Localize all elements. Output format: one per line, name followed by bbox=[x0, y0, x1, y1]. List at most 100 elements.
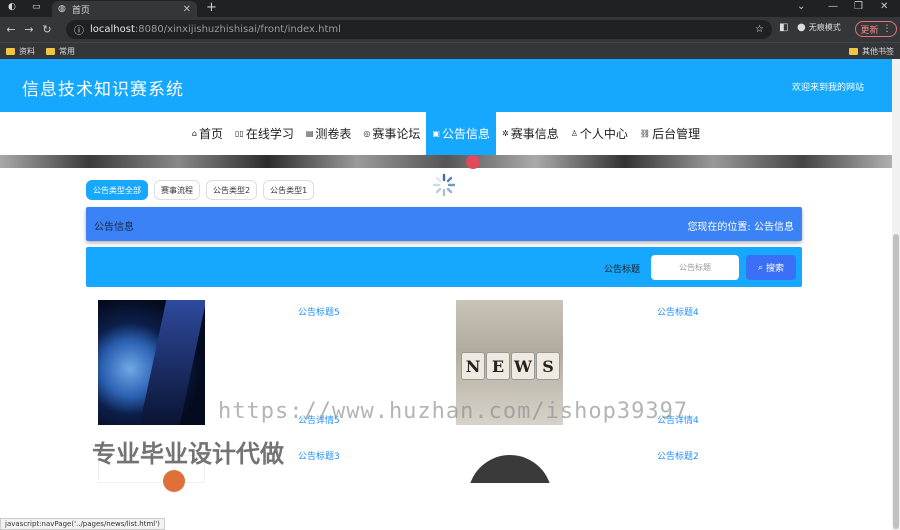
update-label: 更新 bbox=[860, 25, 879, 36]
status-bar-url: javascript:navPage('../pages/news/list.h… bbox=[0, 518, 165, 530]
address-bar[interactable]: ⓘ localhost :8080/xinxijishuzhishisai/fr… bbox=[66, 20, 772, 39]
dice-letter: W bbox=[511, 352, 535, 380]
star-icon[interactable]: ☆ bbox=[755, 24, 764, 35]
nav-item-events[interactable]: ✲ 赛事信息 bbox=[496, 112, 565, 155]
text-watermark: 专业毕业设计代做 bbox=[92, 440, 284, 468]
url-path: :8080/xinxijishuzhishisai/front/index.ht… bbox=[134, 24, 341, 35]
filter-all[interactable]: 公告类型全部 bbox=[86, 180, 148, 200]
info-icon: ⓘ bbox=[74, 26, 84, 37]
bookmark-folder-ziliao[interactable]: 资料 bbox=[6, 46, 35, 57]
incognito-label: 无痕模式 bbox=[808, 23, 841, 32]
news-title-2[interactable]: 公告标题4 bbox=[657, 305, 699, 318]
side-panel-icon[interactable]: ◧ bbox=[779, 22, 788, 33]
close-window-icon[interactable]: ✕ bbox=[880, 1, 888, 12]
nav-label: 在线学习 bbox=[245, 127, 294, 141]
bookmark-folder-changyong[interactable]: 常用 bbox=[46, 46, 75, 57]
filter-type-1[interactable]: 公告类型1 bbox=[263, 180, 315, 200]
dice-letter: E bbox=[486, 352, 510, 380]
thumbnail-graphic bbox=[468, 455, 552, 483]
back-icon[interactable]: ← bbox=[4, 23, 18, 36]
nav-label: 后台管理 bbox=[652, 127, 701, 141]
news-thumbnail-1[interactable] bbox=[98, 300, 205, 425]
url-host: localhost bbox=[90, 24, 135, 35]
incognito-icon: ● bbox=[797, 22, 806, 33]
user-icon: ♙ bbox=[570, 129, 578, 138]
nav-label: 公告信息 bbox=[441, 127, 490, 141]
breadcrumb: 公告信息 您现在的位置: 公告信息 bbox=[86, 207, 802, 241]
other-bookmarks[interactable]: 其他书签 bbox=[849, 46, 894, 57]
nav-item-profile[interactable]: ♙ 个人中心 bbox=[565, 112, 634, 155]
chat-icon: ◎ bbox=[363, 129, 371, 138]
nav-label: 首页 bbox=[199, 127, 224, 141]
folder-icon bbox=[849, 48, 858, 55]
main-nav: ⌂ 首页 ▯▯ 在线学习 ▤ 测卷表 ◎ 赛事论坛 ▣ 公告信息 ✲ 赛事信息 ♙ 个人中心 … bbox=[0, 112, 892, 155]
browser-tab-strip: ◐ ▭ ◍ 首页 ✕ + ⌄ — ❐ ✕ bbox=[0, 0, 900, 17]
news-title-3[interactable]: 公告标题3 bbox=[298, 449, 340, 462]
gear-icon: ✲ bbox=[502, 129, 509, 138]
search-button[interactable]: ⌕ 搜索 bbox=[746, 255, 796, 280]
scrollbar-thumb[interactable] bbox=[893, 234, 899, 529]
home-icon: ⌂ bbox=[191, 129, 197, 138]
bookmarks-bar: 资料 常用 其他书签 bbox=[0, 42, 900, 59]
nav-label: 赛事信息 bbox=[510, 127, 559, 141]
thumbnail-graphic bbox=[139, 300, 205, 425]
nav-label: 测卷表 bbox=[315, 127, 352, 141]
location-value[interactable]: 公告信息 bbox=[754, 222, 794, 233]
browser-toolbar: ← → ↻ ⓘ localhost :8080/xinxijishuzhishi… bbox=[0, 17, 900, 42]
search-bar: 公告标题 ⌕ 搜索 bbox=[86, 247, 802, 287]
search-icon: ⌕ bbox=[757, 262, 764, 273]
bookmark-label: 常用 bbox=[59, 47, 75, 56]
browser-tab[interactable]: ◍ 首页 ✕ bbox=[52, 1, 197, 17]
filter-process[interactable]: 赛事流程 bbox=[154, 180, 200, 200]
news-thumbnail-4[interactable] bbox=[456, 455, 563, 483]
dice-letter: N bbox=[461, 352, 485, 380]
tab-list-icon[interactable]: ⌄ bbox=[797, 1, 805, 12]
location-label: 您现在的位置: bbox=[687, 222, 751, 233]
restore-icon[interactable]: ❐ bbox=[854, 1, 863, 12]
update-button[interactable]: 更新 ⋮ bbox=[855, 21, 897, 37]
new-tab-button[interactable]: + bbox=[206, 0, 217, 15]
nav-item-home[interactable]: ⌂ 首页 bbox=[186, 112, 229, 155]
search-input[interactable] bbox=[651, 255, 739, 280]
welcome-text: 欢迎来到我的网站 bbox=[792, 83, 865, 93]
page-scrollbar[interactable] bbox=[892, 59, 900, 530]
nav-label: 个人中心 bbox=[579, 127, 628, 141]
nav-item-tests[interactable]: ▤ 测卷表 bbox=[300, 112, 358, 155]
folder-icon bbox=[6, 48, 15, 55]
nav-item-online-study[interactable]: ▯▯ 在线学习 bbox=[229, 112, 300, 155]
more-menu-icon: ⋮ bbox=[882, 24, 892, 34]
news-title-1[interactable]: 公告标题5 bbox=[298, 305, 340, 318]
folder-icon bbox=[46, 48, 55, 55]
nav-item-admin[interactable]: ⛓ 后台管理 bbox=[634, 112, 706, 155]
reload-icon[interactable]: ↻ bbox=[40, 23, 54, 36]
search-label: 公告标题 bbox=[604, 265, 641, 275]
tab-search-icon[interactable]: ▭ bbox=[32, 2, 41, 12]
notice-icon: ▣ bbox=[432, 129, 440, 138]
browser-menu-icon[interactable]: ◐ bbox=[8, 2, 16, 12]
list-icon: ▤ bbox=[305, 129, 314, 138]
nav-label: 赛事论坛 bbox=[372, 127, 421, 141]
minimize-icon[interactable]: — bbox=[828, 1, 838, 12]
location-text: 您现在的位置: 公告信息 bbox=[687, 218, 794, 233]
site-title: 信息技术知识赛系统 bbox=[22, 80, 184, 100]
search-button-label: 搜索 bbox=[766, 264, 785, 274]
category-filters: 公告类型全部 赛事流程 公告类型2 公告类型1 bbox=[86, 180, 315, 200]
filter-type-2[interactable]: 公告类型2 bbox=[206, 180, 258, 200]
nav-item-notices[interactable]: ▣ 公告信息 bbox=[426, 112, 496, 155]
news-title-4[interactable]: 公告标题2 bbox=[657, 449, 699, 462]
close-tab-icon[interactable]: ✕ bbox=[183, 4, 191, 15]
site-header: 信息技术知识赛系统 欢迎来到我的网站 bbox=[0, 59, 892, 112]
globe-icon: ◍ bbox=[58, 4, 66, 14]
nav-item-forum[interactable]: ◎ 赛事论坛 bbox=[357, 112, 426, 155]
banner-image bbox=[0, 155, 892, 168]
dice-letter: S bbox=[536, 352, 560, 380]
loading-spinner-icon bbox=[432, 173, 456, 197]
forward-icon[interactable]: → bbox=[22, 23, 36, 36]
link-icon: ⛓ bbox=[639, 129, 651, 138]
browser-tab-title: 首页 bbox=[71, 5, 90, 16]
incognito-badge[interactable]: ● 无痕模式 bbox=[797, 22, 841, 33]
url-watermark: https://www.huzhan.com/ishop39397 bbox=[218, 399, 689, 424]
section-title: 公告信息 bbox=[94, 222, 134, 233]
book-icon: ▯▯ bbox=[235, 129, 244, 138]
mouse-cursor-highlight bbox=[466, 155, 480, 169]
